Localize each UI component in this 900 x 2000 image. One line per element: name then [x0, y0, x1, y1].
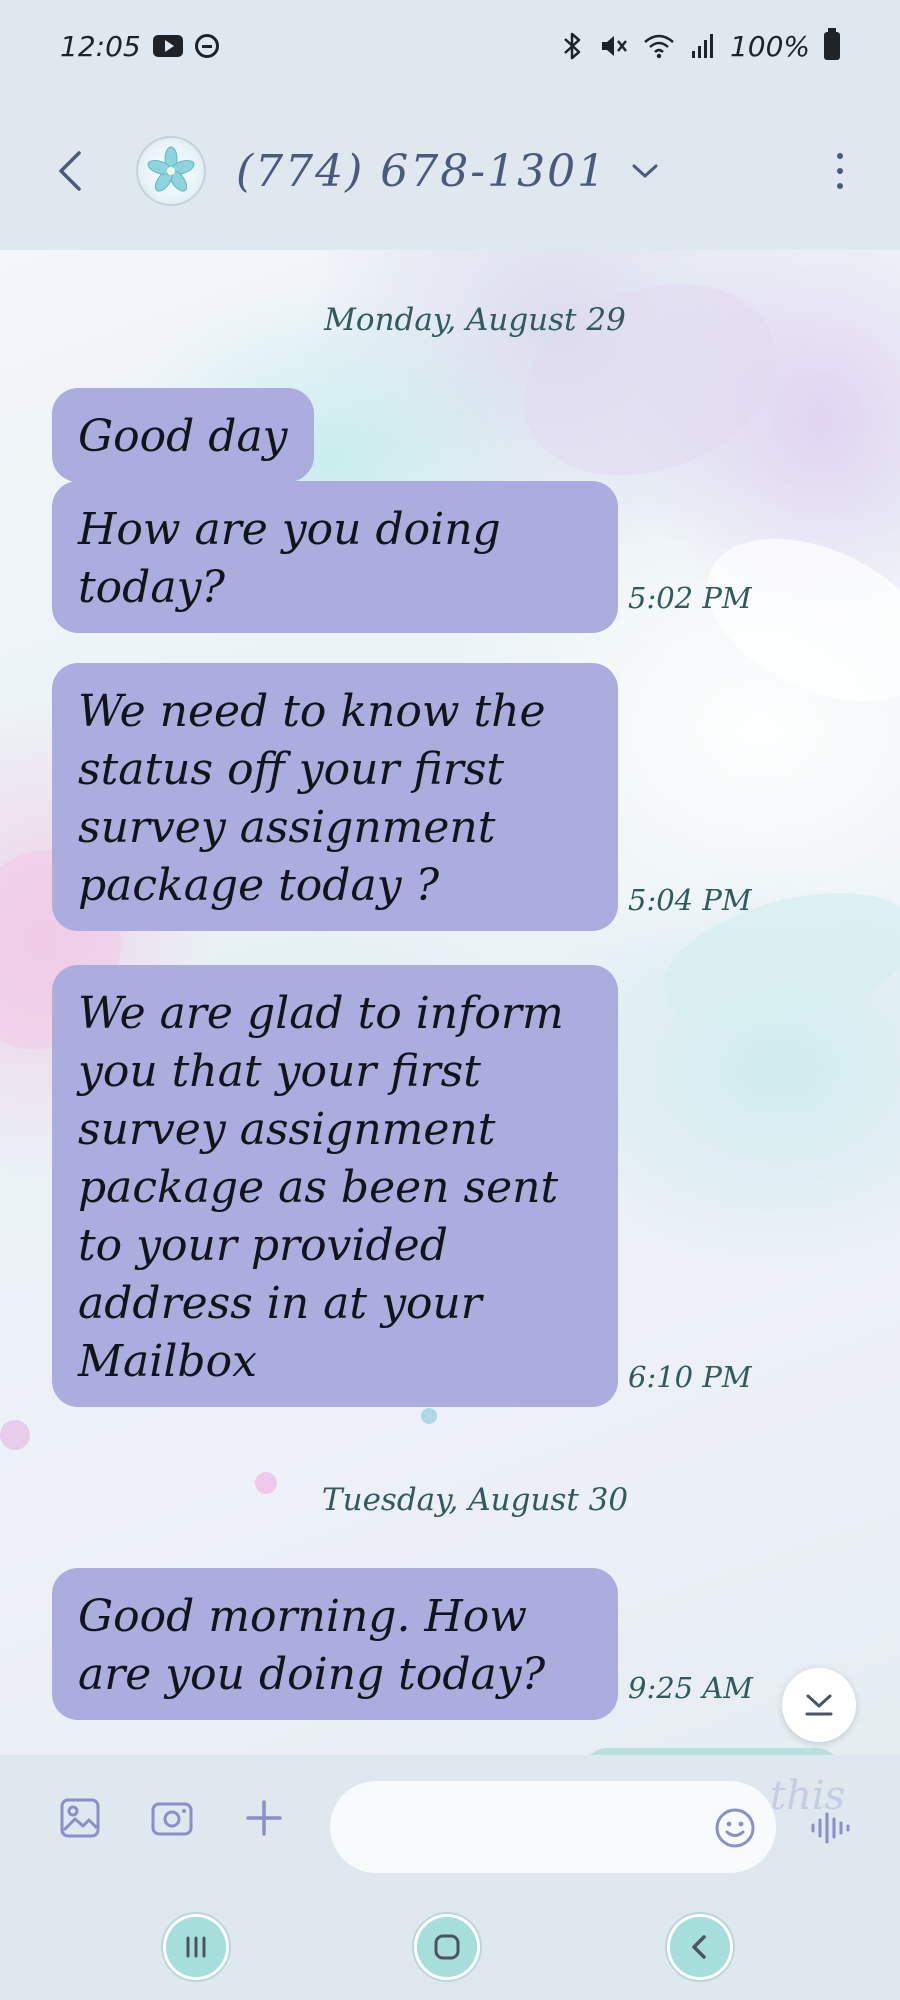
battery-percent: 100%	[729, 29, 810, 63]
status-bar: 12:05 100%	[0, 0, 900, 92]
message-list[interactable]: Monday, August 29 Good day How are you d…	[0, 250, 900, 1755]
recent-apps-button[interactable]	[163, 1914, 229, 1980]
status-left: 12:05	[60, 30, 219, 63]
emoji-button[interactable]	[712, 1805, 758, 1851]
avatar[interactable]	[136, 136, 206, 206]
contact-name[interactable]: (774) 678-1301	[236, 146, 607, 197]
message-bubble[interactable]: Good day	[52, 388, 314, 482]
wifi-icon	[644, 34, 674, 59]
home-button[interactable]	[414, 1914, 480, 1980]
message-bubble[interactable]: Good morning. How are you doing today?	[52, 1568, 618, 1720]
wallpaper-petal	[421, 1408, 437, 1424]
date-divider: Tuesday, August 30	[321, 1482, 629, 1518]
voice-wave-icon	[811, 1812, 850, 1844]
home-icon	[434, 1934, 460, 1960]
flower-icon	[147, 146, 195, 192]
bluetooth-icon	[564, 32, 581, 60]
more-dot	[837, 183, 843, 189]
scroll-down-icon	[805, 1694, 833, 1716]
voice-input-button[interactable]	[806, 1805, 856, 1851]
partial-outgoing-bubble[interactable]	[582, 1748, 842, 1755]
signal-icon	[691, 34, 713, 58]
mute-icon	[601, 36, 627, 56]
nav-back-button[interactable]	[667, 1914, 733, 1980]
message-timestamp: 5:02 PM	[628, 581, 752, 615]
wallpaper-petal	[681, 505, 900, 735]
more-options-button[interactable]	[820, 141, 860, 201]
camera-button[interactable]	[148, 1794, 196, 1842]
status-right: 100%	[560, 28, 840, 63]
add-attachment-button[interactable]	[240, 1794, 288, 1842]
clock: 12:05	[60, 29, 141, 63]
date-divider: Monday, August 29	[324, 302, 626, 338]
back-arrow-icon	[59, 151, 81, 191]
scroll-to-bottom-button[interactable]	[782, 1668, 856, 1742]
gallery-button[interactable]	[56, 1794, 104, 1842]
battery-icon	[824, 28, 840, 60]
gallery-icon	[60, 1798, 100, 1837]
emoji-icon	[715, 1808, 755, 1848]
chevron-down-icon	[632, 164, 658, 178]
wallpaper-petal	[497, 250, 803, 510]
system-nav-bar	[0, 1880, 900, 2000]
message-input[interactable]	[330, 1781, 776, 1873]
conversation-header: (774) 678-1301	[0, 92, 900, 250]
back-button[interactable]	[40, 141, 100, 201]
camera-icon	[151, 1802, 193, 1835]
message-timestamp: 9:25 AM	[628, 1671, 753, 1705]
message-bubble[interactable]: How are you doing today?	[52, 481, 618, 633]
wallpaper-petal	[0, 1420, 30, 1450]
message-bubble[interactable]: We need to know the status off your firs…	[52, 663, 618, 931]
message-bubble[interactable]: We are glad to inform you that your firs…	[52, 965, 618, 1407]
back-chevron-icon	[692, 1935, 706, 1959]
more-dot	[837, 168, 843, 174]
composer-bar: this	[0, 1755, 900, 1880]
message-timestamp: 5:04 PM	[628, 883, 752, 917]
youtube-icon	[152, 35, 183, 57]
more-dot	[837, 153, 843, 159]
contact-details-toggle[interactable]	[625, 151, 665, 191]
message-timestamp: 6:10 PM	[628, 1360, 752, 1394]
plus-icon	[246, 1799, 282, 1836]
recent-apps-icon	[186, 1936, 206, 1958]
dnd-icon	[194, 34, 219, 58]
